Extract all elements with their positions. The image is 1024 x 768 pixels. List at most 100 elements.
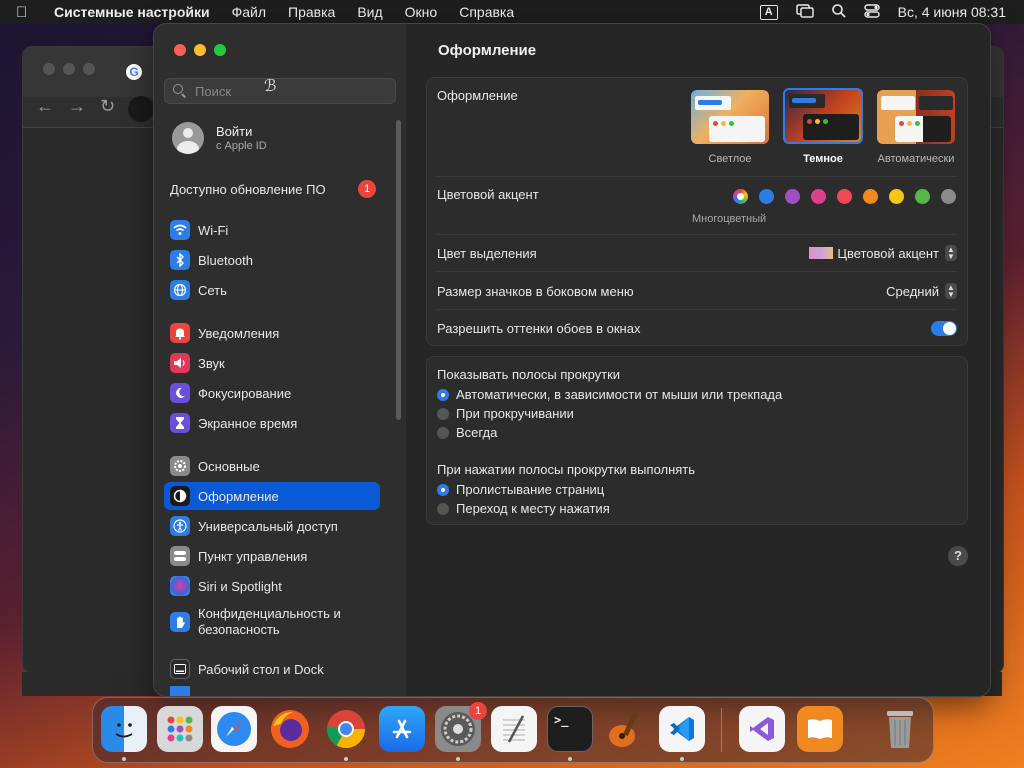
- click-page-radio[interactable]: Пролистывание страниц: [437, 482, 604, 497]
- sidebar-item-sound[interactable]: Звук: [164, 349, 380, 377]
- speaker-icon: [170, 353, 190, 373]
- sidebar-item-siri-spotlight[interactable]: Siri и Spotlight: [164, 572, 380, 600]
- browser-reload-icon[interactable]: ↻: [100, 96, 115, 117]
- textedit-icon[interactable]: [491, 706, 537, 752]
- search-input[interactable]: [193, 82, 387, 100]
- menu-help[interactable]: Справка: [459, 4, 514, 20]
- sidebar-item-screen-time[interactable]: Экранное время: [164, 409, 380, 437]
- click-spot-radio[interactable]: Переход к месту нажатия: [437, 501, 610, 516]
- browser-forward-icon[interactable]: →: [68, 96, 86, 117]
- accent-multicolor-swatch[interactable]: [733, 189, 748, 204]
- sidebar-item-accessibility[interactable]: Универсальный доступ: [164, 512, 380, 540]
- sidebar-item-partial[interactable]: [164, 686, 380, 696]
- menu-clock[interactable]: Вс, 4 июня 08:31: [898, 4, 1006, 20]
- finder-running-dot: [122, 757, 126, 761]
- apple-menu-icon[interactable]: : [16, 4, 34, 21]
- sidebar-item-notifications[interactable]: Уведомления: [164, 319, 380, 347]
- browser-back-icon[interactable]: ←: [36, 96, 54, 117]
- close-button[interactable]: [174, 44, 186, 56]
- accent-purple-swatch[interactable]: [785, 189, 800, 204]
- sidebar-item-label: Wi‑Fi: [198, 222, 229, 238]
- firefox-icon[interactable]: [267, 706, 313, 752]
- sidebar-item-network[interactable]: Сеть: [164, 276, 380, 304]
- input-source-icon[interactable]: A: [759, 4, 778, 20]
- hourglass-icon: [170, 413, 190, 433]
- sidebar-item-label: Универсальный доступ: [198, 518, 338, 534]
- siri-icon: [170, 576, 190, 596]
- menu-view[interactable]: Вид: [357, 4, 382, 20]
- control-center-icon[interactable]: [863, 3, 880, 21]
- highlight-value: Цветовой акцент: [837, 245, 939, 261]
- finder-icon[interactable]: [101, 706, 147, 752]
- highlight-color-popup[interactable]: Цветовой акцент ▲ ▼: [809, 245, 957, 261]
- software-update-label: Доступно обновление ПО: [170, 181, 326, 197]
- appearance-dark-option[interactable]: [783, 88, 863, 144]
- appearance-light-option[interactable]: [691, 90, 769, 144]
- accent-blue-swatch[interactable]: [759, 189, 774, 204]
- menu-file[interactable]: Файл: [232, 4, 266, 20]
- trash-icon[interactable]: [877, 706, 923, 752]
- menu-edit[interactable]: Правка: [288, 4, 335, 20]
- sidebar-item-general[interactable]: Основные: [164, 452, 380, 480]
- safari-icon[interactable]: [211, 706, 257, 752]
- avatar-icon: [172, 122, 204, 154]
- control-center-icon: [170, 546, 190, 566]
- icon-size-popup[interactable]: Средний ▲ ▼: [886, 283, 957, 299]
- sidebar-item-label: Оформление: [198, 488, 279, 504]
- accent-pink-swatch[interactable]: [811, 189, 826, 204]
- sidebar-item-label: Основные: [198, 458, 260, 474]
- books-icon[interactable]: [797, 706, 843, 752]
- dock-separator: [721, 708, 722, 752]
- zoom-button[interactable]: [214, 44, 226, 56]
- vscode-icon[interactable]: [659, 706, 705, 752]
- sidebar-item-focus[interactable]: Фокусирование: [164, 379, 380, 407]
- help-button[interactable]: ?: [948, 546, 968, 566]
- menu-window[interactable]: Окно: [405, 4, 438, 20]
- launchpad-icon[interactable]: [157, 706, 203, 752]
- chrome-icon[interactable]: [323, 706, 369, 752]
- hand-icon: [170, 612, 190, 632]
- sidebar-scrollbar[interactable]: [396, 120, 401, 420]
- garageband-icon[interactable]: [603, 706, 649, 752]
- google-tab-icon[interactable]: G: [126, 64, 142, 80]
- sidebar-item-privacy[interactable]: Конфиденциальность и безопасность: [164, 602, 380, 642]
- sidebar-item-desktop-dock[interactable]: Рабочий стол и Dock: [164, 655, 380, 683]
- search-field[interactable]: [164, 78, 396, 104]
- software-update-item[interactable]: Доступно обновление ПО 1: [170, 180, 376, 198]
- accent-red-swatch[interactable]: [837, 189, 852, 204]
- minimize-button[interactable]: [194, 44, 206, 56]
- page-title: Оформление: [438, 42, 537, 59]
- browser-minimize-button[interactable]: [63, 63, 75, 75]
- app-store-icon[interactable]: [379, 706, 425, 752]
- spotlight-search-icon[interactable]: [831, 3, 846, 21]
- scrollbars-always-radio[interactable]: Всегда: [437, 425, 497, 440]
- chrome-running-dot: [344, 757, 348, 761]
- radio-label: Автоматически, в зависимости от мыши или…: [456, 387, 783, 402]
- scrollbars-label: Показывать полосы прокрутки: [437, 367, 621, 382]
- scrollbars-group: Показывать полосы прокрутки Автоматическ…: [426, 356, 968, 525]
- sidebar-item-appearance[interactable]: Оформление: [164, 482, 380, 510]
- sidebar-item-label: Экранное время: [198, 415, 298, 431]
- sidebar-item-bluetooth[interactable]: Bluetooth: [164, 246, 380, 274]
- visual-studio-icon[interactable]: [739, 706, 785, 752]
- dock-icon: [170, 659, 190, 679]
- browser-zoom-button[interactable]: [83, 63, 95, 75]
- scrollbars-auto-radio[interactable]: Автоматически, в зависимости от мыши или…: [437, 387, 782, 402]
- accent-green-swatch[interactable]: [915, 189, 930, 204]
- menu-app-name[interactable]: Системные настройки: [54, 4, 210, 20]
- menu-bar:  Системные настройки Файл Правка Вид Ок…: [0, 0, 1024, 24]
- terminal-icon[interactable]: >_: [547, 706, 593, 752]
- search-icon: [173, 84, 187, 98]
- sidebar-item-wifi[interactable]: Wi‑Fi: [164, 216, 380, 244]
- screen-mirroring-icon[interactable]: [795, 3, 814, 21]
- browser-close-button[interactable]: [43, 63, 55, 75]
- radio-label: Пролистывание страниц: [456, 482, 605, 497]
- sidebar-item-control-center[interactable]: Пункт управления: [164, 542, 380, 570]
- wallpaper-tinting-toggle[interactable]: [931, 321, 957, 336]
- accent-orange-swatch[interactable]: [863, 189, 878, 204]
- appearance-auto-option[interactable]: [877, 90, 955, 144]
- scrollbars-scrolling-radio[interactable]: При прокручивании: [437, 406, 574, 421]
- accent-graphite-swatch[interactable]: [941, 189, 956, 204]
- apple-id-signin[interactable]: Войти с Apple ID: [172, 122, 267, 154]
- accent-yellow-swatch[interactable]: [889, 189, 904, 204]
